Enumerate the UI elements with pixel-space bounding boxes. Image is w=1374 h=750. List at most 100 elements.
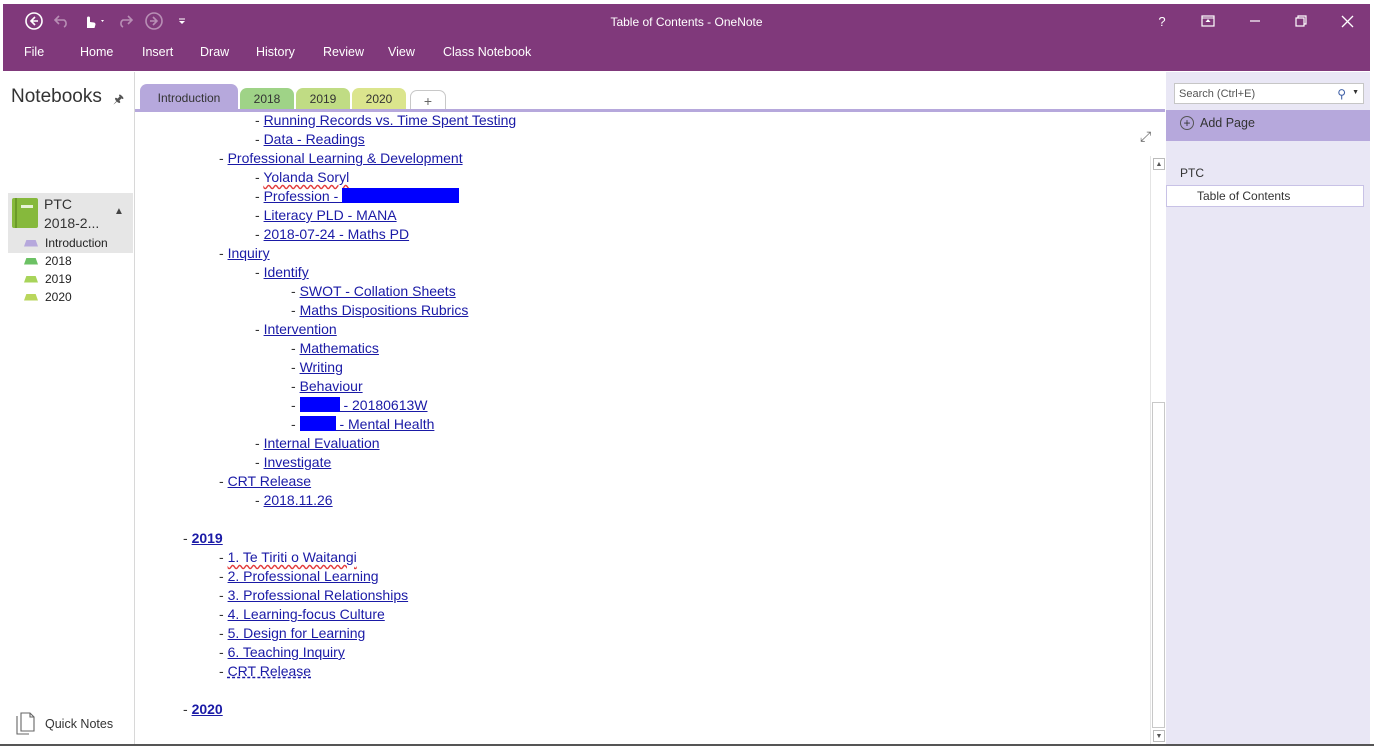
toc-line: - SWOT - Collation Sheets [291,283,456,299]
toc-line: - Professional Learning & Development [219,150,463,166]
section-item-2018[interactable]: 2018 [8,252,133,270]
toc-link[interactable]: Running Records vs. Time Spent Testing [264,112,517,128]
tab-draw[interactable]: Draw [200,44,229,60]
toc-link[interactable]: 3. Professional Relationships [228,587,409,603]
notebooks-title[interactable]: Notebooks [11,86,102,108]
search-icon[interactable]: ⚲ [1337,87,1346,101]
tab-class-notebook[interactable]: Class Notebook [443,44,531,60]
redo-icon[interactable] [115,10,135,32]
quick-notes-icon [16,712,35,735]
toc-line: - Profession - [255,187,460,206]
add-section-button[interactable]: + [410,90,446,110]
toc-link[interactable]: Internal Evaluation [264,435,380,451]
toc-link[interactable]: 2018-07-24 - Maths PD [264,226,410,242]
vertical-scrollbar[interactable]: ▲ ▼ [1150,156,1165,744]
tab-history[interactable]: History [256,44,295,60]
toc-line: - 1. Te Tiriti o Waitangi [219,549,357,565]
toc-line: - 5. Design for Learning [219,625,366,641]
touch-mode-icon[interactable] [77,10,111,32]
quick-notes-button[interactable]: Quick Notes [15,712,113,736]
toc-link[interactable]: Inquiry [228,245,270,261]
chevron-up-icon[interactable]: ▲ [114,206,124,217]
page-group-label[interactable]: PTC [1180,166,1204,180]
toc-line: - Literacy PLD - MANA [255,207,397,223]
redaction-block [342,188,460,203]
tab-insert[interactable]: Insert [142,44,173,60]
toc-link[interactable]: 6. Teaching Inquiry [228,644,345,660]
toc-link[interactable]: Identify [264,264,309,280]
toc-link[interactable]: 2. Professional Learning [228,568,379,584]
customize-qat-icon[interactable] [175,10,189,32]
tab-review[interactable]: Review [323,44,364,60]
section-tab-introduction[interactable]: Introduction [140,84,238,111]
scroll-up-icon[interactable]: ▲ [1153,158,1165,170]
redaction-block [299,416,336,431]
close-icon[interactable] [1332,10,1362,32]
add-page-button[interactable]: + Add Page [1180,116,1255,130]
toc-line: - Identify [255,264,309,280]
toc-link[interactable]: Writing [300,359,343,375]
toc-line: - - 20180613W [291,397,428,413]
toc-line: - Mathematics [291,340,379,356]
toc-line: - 3. Professional Relationships [219,587,409,603]
toc-link[interactable]: Maths Dispositions Rubrics [300,302,469,318]
toc-link[interactable]: Professional Learning & Development [228,150,463,166]
toc-link[interactable]: SWOT - Collation Sheets [300,283,456,299]
section-item-2020[interactable]: 2020 [8,288,133,306]
toc-link[interactable]: - Mental Health [299,416,434,432]
section-item-2019[interactable]: 2019 [8,270,133,288]
section-tab-2020[interactable]: 2020 [352,88,406,110]
page-item-table-of-contents[interactable]: Table of Contents [1166,185,1364,207]
toc-link[interactable]: 4. Learning-focus Culture [228,606,385,622]
toc-line: - 2018-07-24 - Maths PD [255,226,410,242]
toc-link[interactable]: CRT Release [228,473,312,489]
toc-link[interactable]: 2020 [192,701,223,717]
toc-link[interactable]: Profession - [264,188,460,204]
scroll-down-icon[interactable]: ▼ [1153,730,1165,742]
notebook-icon [12,198,38,228]
tab-file[interactable]: File [24,44,44,60]
forward-circle-icon[interactable] [143,10,165,32]
page-canvas[interactable]: ⤢ - Running Records vs. Time Spent Testi… [135,109,1165,744]
notebook-name: PTC 2018-2... [44,196,100,231]
toc-link[interactable]: - 20180613W [299,397,428,413]
section-tab-2019[interactable]: 2019 [296,88,350,110]
section-tab-icon [24,293,38,301]
toc-line: - Maths Dispositions Rubrics [291,302,469,318]
tab-view[interactable]: View [388,44,415,60]
full-page-view-icon[interactable]: ⤢ [1140,128,1151,145]
search-input[interactable]: Search (Ctrl+E) ⚲ ▼ [1174,83,1364,104]
toc-link[interactable]: 5. Design for Learning [228,625,366,641]
toc-line: - - Mental Health [291,416,435,432]
toc-line: - 2018.11.26 [255,492,333,508]
scroll-thumb[interactable] [1152,402,1165,728]
help-button[interactable]: ? [1147,10,1177,32]
ribbon-display-options-icon[interactable] [1193,10,1223,32]
undo-icon[interactable] [52,10,72,32]
toc-link[interactable]: CRT Release [228,663,312,679]
pin-icon[interactable]: 🖈 [113,90,124,111]
section-item-introduction[interactable]: Introduction [8,234,133,252]
back-circle-icon[interactable] [23,10,45,32]
toc-link[interactable]: Yolanda Soryl [263,169,349,185]
section-tab-icon [24,239,38,247]
toc-link[interactable]: Intervention [264,321,337,337]
page-list-header: + Add Page [1166,110,1370,141]
toc-link[interactable]: Data - Readings [264,131,365,147]
toc-line: - Data - Readings [255,131,365,147]
toc-link[interactable]: Literacy PLD - MANA [264,207,397,223]
toc-link[interactable]: 2019 [192,530,223,546]
toc-line: - Inquiry [219,245,270,261]
toc-link[interactable]: Investigate [264,454,332,470]
chevron-down-icon[interactable]: ▼ [1352,89,1359,96]
toc-link[interactable]: Mathematics [300,340,379,356]
window-bottom-border [0,744,1374,746]
toc-link[interactable]: 2018.11.26 [264,492,333,508]
page-list-pane: Search (Ctrl+E) ⚲ ▼ + Add Page PTC Table… [1166,72,1370,744]
toc-link[interactable]: Behaviour [300,378,363,394]
section-tab-2018[interactable]: 2018 [240,88,294,110]
toc-link[interactable]: 1. Te Tiriti o Waitangi [228,549,357,565]
restore-icon[interactable] [1286,10,1316,32]
minimize-icon[interactable] [1240,10,1270,32]
tab-home[interactable]: Home [80,44,113,60]
